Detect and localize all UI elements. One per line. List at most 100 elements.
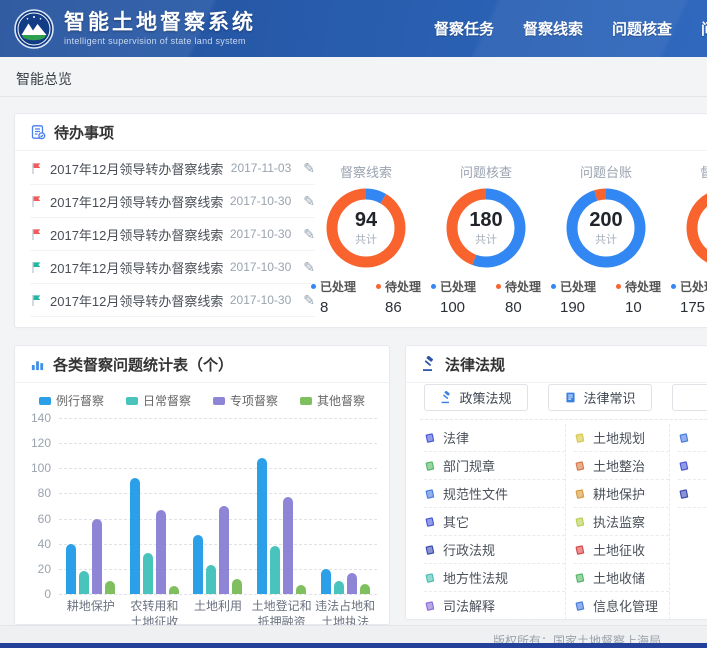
- bar-chart-plot: 020406080100120140: [59, 418, 377, 594]
- bar: [270, 546, 280, 594]
- todo-text: 2017年12月领导转办督察线索: [50, 192, 230, 211]
- bar: [206, 565, 216, 594]
- todo-item[interactable]: 2017年12月领导转办督察线索2017-10-30✎: [30, 185, 315, 218]
- legal-item-label: 土地收储: [593, 568, 645, 587]
- y-tick-label: 0: [44, 587, 51, 601]
- todo-item[interactable]: 2017年12月领导转办督察线索2017-11-03✎: [30, 152, 315, 185]
- donut-title: 督察任务: [666, 162, 707, 180]
- donut-total-label: 共计: [355, 231, 377, 247]
- donut-title: 问题台账: [546, 162, 666, 180]
- legal-button[interactable]: 政策法规: [424, 384, 528, 411]
- legal-item[interactable]: 法律: [424, 424, 565, 452]
- todo-date: 2017-11-03: [231, 161, 292, 175]
- donut-title: 问题核查: [426, 162, 546, 180]
- legal-item[interactable]: 其它: [424, 508, 565, 536]
- app-subtitle: intelligent supervision of state land sy…: [64, 36, 256, 46]
- book-icon: [574, 488, 586, 500]
- nav-item[interactable]: 问题核查: [612, 18, 672, 39]
- processed-label: 已处理: [431, 278, 476, 295]
- pending-label: 待处理: [376, 278, 421, 295]
- nav-item[interactable]: 问题台账: [701, 18, 707, 39]
- app-title: 智能土地督察系统: [64, 11, 256, 35]
- legend-item[interactable]: 例行督察: [39, 392, 104, 409]
- todo-item[interactable]: 2017年12月领导转办督察线索2017-10-30✎: [30, 284, 315, 317]
- legal-item[interactable]: 执法监察: [574, 508, 669, 536]
- todo-date: 2017-10-30: [230, 227, 291, 241]
- legal-item[interactable]: 信息化管理: [574, 592, 669, 620]
- donut-stats: 督察线索 94 共计 已处理8 待处理86 问题核查 180 共计 已处理100…: [306, 162, 707, 316]
- donut-total: 94: [355, 210, 377, 231]
- bar: [156, 510, 166, 594]
- app-logo: 智能土地督察系统 intelligent supervision of stat…: [14, 9, 256, 49]
- legal-item[interactable]: [678, 452, 707, 480]
- legal-item[interactable]: 规范性文件: [424, 480, 565, 508]
- gavel-icon: [440, 391, 453, 404]
- book-icon: [424, 488, 436, 500]
- legal-item[interactable]: 部门规章: [424, 452, 565, 480]
- title-bar: 智能总览: [0, 57, 707, 97]
- legal-column: 土地规划土地整治耕地保护执法监察土地征收土地收储信息化管理: [566, 424, 670, 620]
- legal-item-label: 地方性法规: [443, 568, 508, 587]
- legal-item[interactable]: 耕地保护: [574, 480, 669, 508]
- y-tick-label: 40: [38, 537, 51, 551]
- todo-text: 2017年12月领导转办督察线索: [50, 159, 231, 178]
- processed-value: 190: [551, 299, 596, 316]
- processed-label: 已处理: [311, 278, 356, 295]
- bar: [105, 581, 115, 594]
- legal-item[interactable]: 土地规划: [574, 424, 669, 452]
- blue-dot-icon: [431, 284, 436, 289]
- bar-group: [66, 519, 115, 594]
- footer-strip: [0, 643, 707, 648]
- bar: [321, 569, 331, 594]
- processed-value: 175: [671, 299, 707, 316]
- legal-item-label: 法律: [443, 428, 469, 447]
- blue-dot-icon: [311, 284, 316, 289]
- nav-item[interactable]: 督察线索: [523, 18, 583, 39]
- todo-item[interactable]: 2017年12月领导转办督察线索2017-10-30✎: [30, 218, 315, 251]
- legal-item[interactable]: 土地整治: [574, 452, 669, 480]
- legend-item[interactable]: 日常督察: [126, 392, 191, 409]
- logo-emblem-icon: [14, 9, 54, 49]
- book-icon: [678, 460, 690, 472]
- book-icon: [424, 432, 436, 444]
- legal-button[interactable]: 法律常识: [548, 384, 652, 411]
- legal-item[interactable]: 土地征收: [574, 536, 669, 564]
- donut-group: 问题核查 180 共计 已处理100 待处理80: [426, 162, 546, 316]
- processed-value: 100: [431, 299, 476, 316]
- app-viewport: 智能土地督察系统 intelligent supervision of stat…: [0, 0, 707, 648]
- legal-item-label: 其它: [443, 512, 469, 531]
- legend-item[interactable]: 其他督察: [300, 392, 365, 409]
- bar: [219, 506, 229, 594]
- legal-card: 法律法规 政策法规法律常识 法律部门规章规范性文件其它行政法规地方性法规司法解释…: [405, 345, 707, 620]
- flag-icon: [30, 228, 43, 241]
- book-icon: [678, 488, 690, 500]
- legal-item-label: 司法解释: [443, 596, 495, 615]
- nav-item[interactable]: 督察任务: [434, 18, 494, 39]
- bar-chart-title: 各类督察问题统计表（个）: [53, 354, 233, 375]
- legal-item[interactable]: 地方性法规: [424, 564, 565, 592]
- main-nav: 督察任务 督察线索 问题核查 问题台账: [434, 18, 707, 39]
- todo-item[interactable]: 2017年12月领导转办督察线索2017-10-30✎: [30, 251, 315, 284]
- legal-button[interactable]: [672, 384, 707, 411]
- book-icon: [424, 460, 436, 472]
- legal-item[interactable]: [678, 480, 707, 508]
- todo-icon: [30, 124, 46, 140]
- legal-item[interactable]: [678, 424, 707, 452]
- legal-item[interactable]: 司法解释: [424, 592, 565, 620]
- y-tick-label: 120: [31, 436, 51, 450]
- bar: [257, 458, 267, 594]
- orange-dot-icon: [376, 284, 381, 289]
- legend-item[interactable]: 专项督察: [213, 392, 278, 409]
- legal-item-label: 土地规划: [593, 428, 645, 447]
- bar: [92, 519, 102, 594]
- legal-item[interactable]: 土地收储: [574, 564, 669, 592]
- app-header: 智能土地督察系统 intelligent supervision of stat…: [0, 0, 707, 57]
- bar-group: [321, 569, 370, 594]
- legend-swatch: [300, 397, 312, 405]
- bar-group: [193, 506, 242, 594]
- legal-item[interactable]: 行政法规: [424, 536, 565, 564]
- y-tick-label: 60: [38, 512, 51, 526]
- blue-dot-icon: [671, 284, 676, 289]
- legend-swatch: [213, 397, 225, 405]
- page: 智能土地督察系统 intelligent supervision of stat…: [0, 0, 707, 648]
